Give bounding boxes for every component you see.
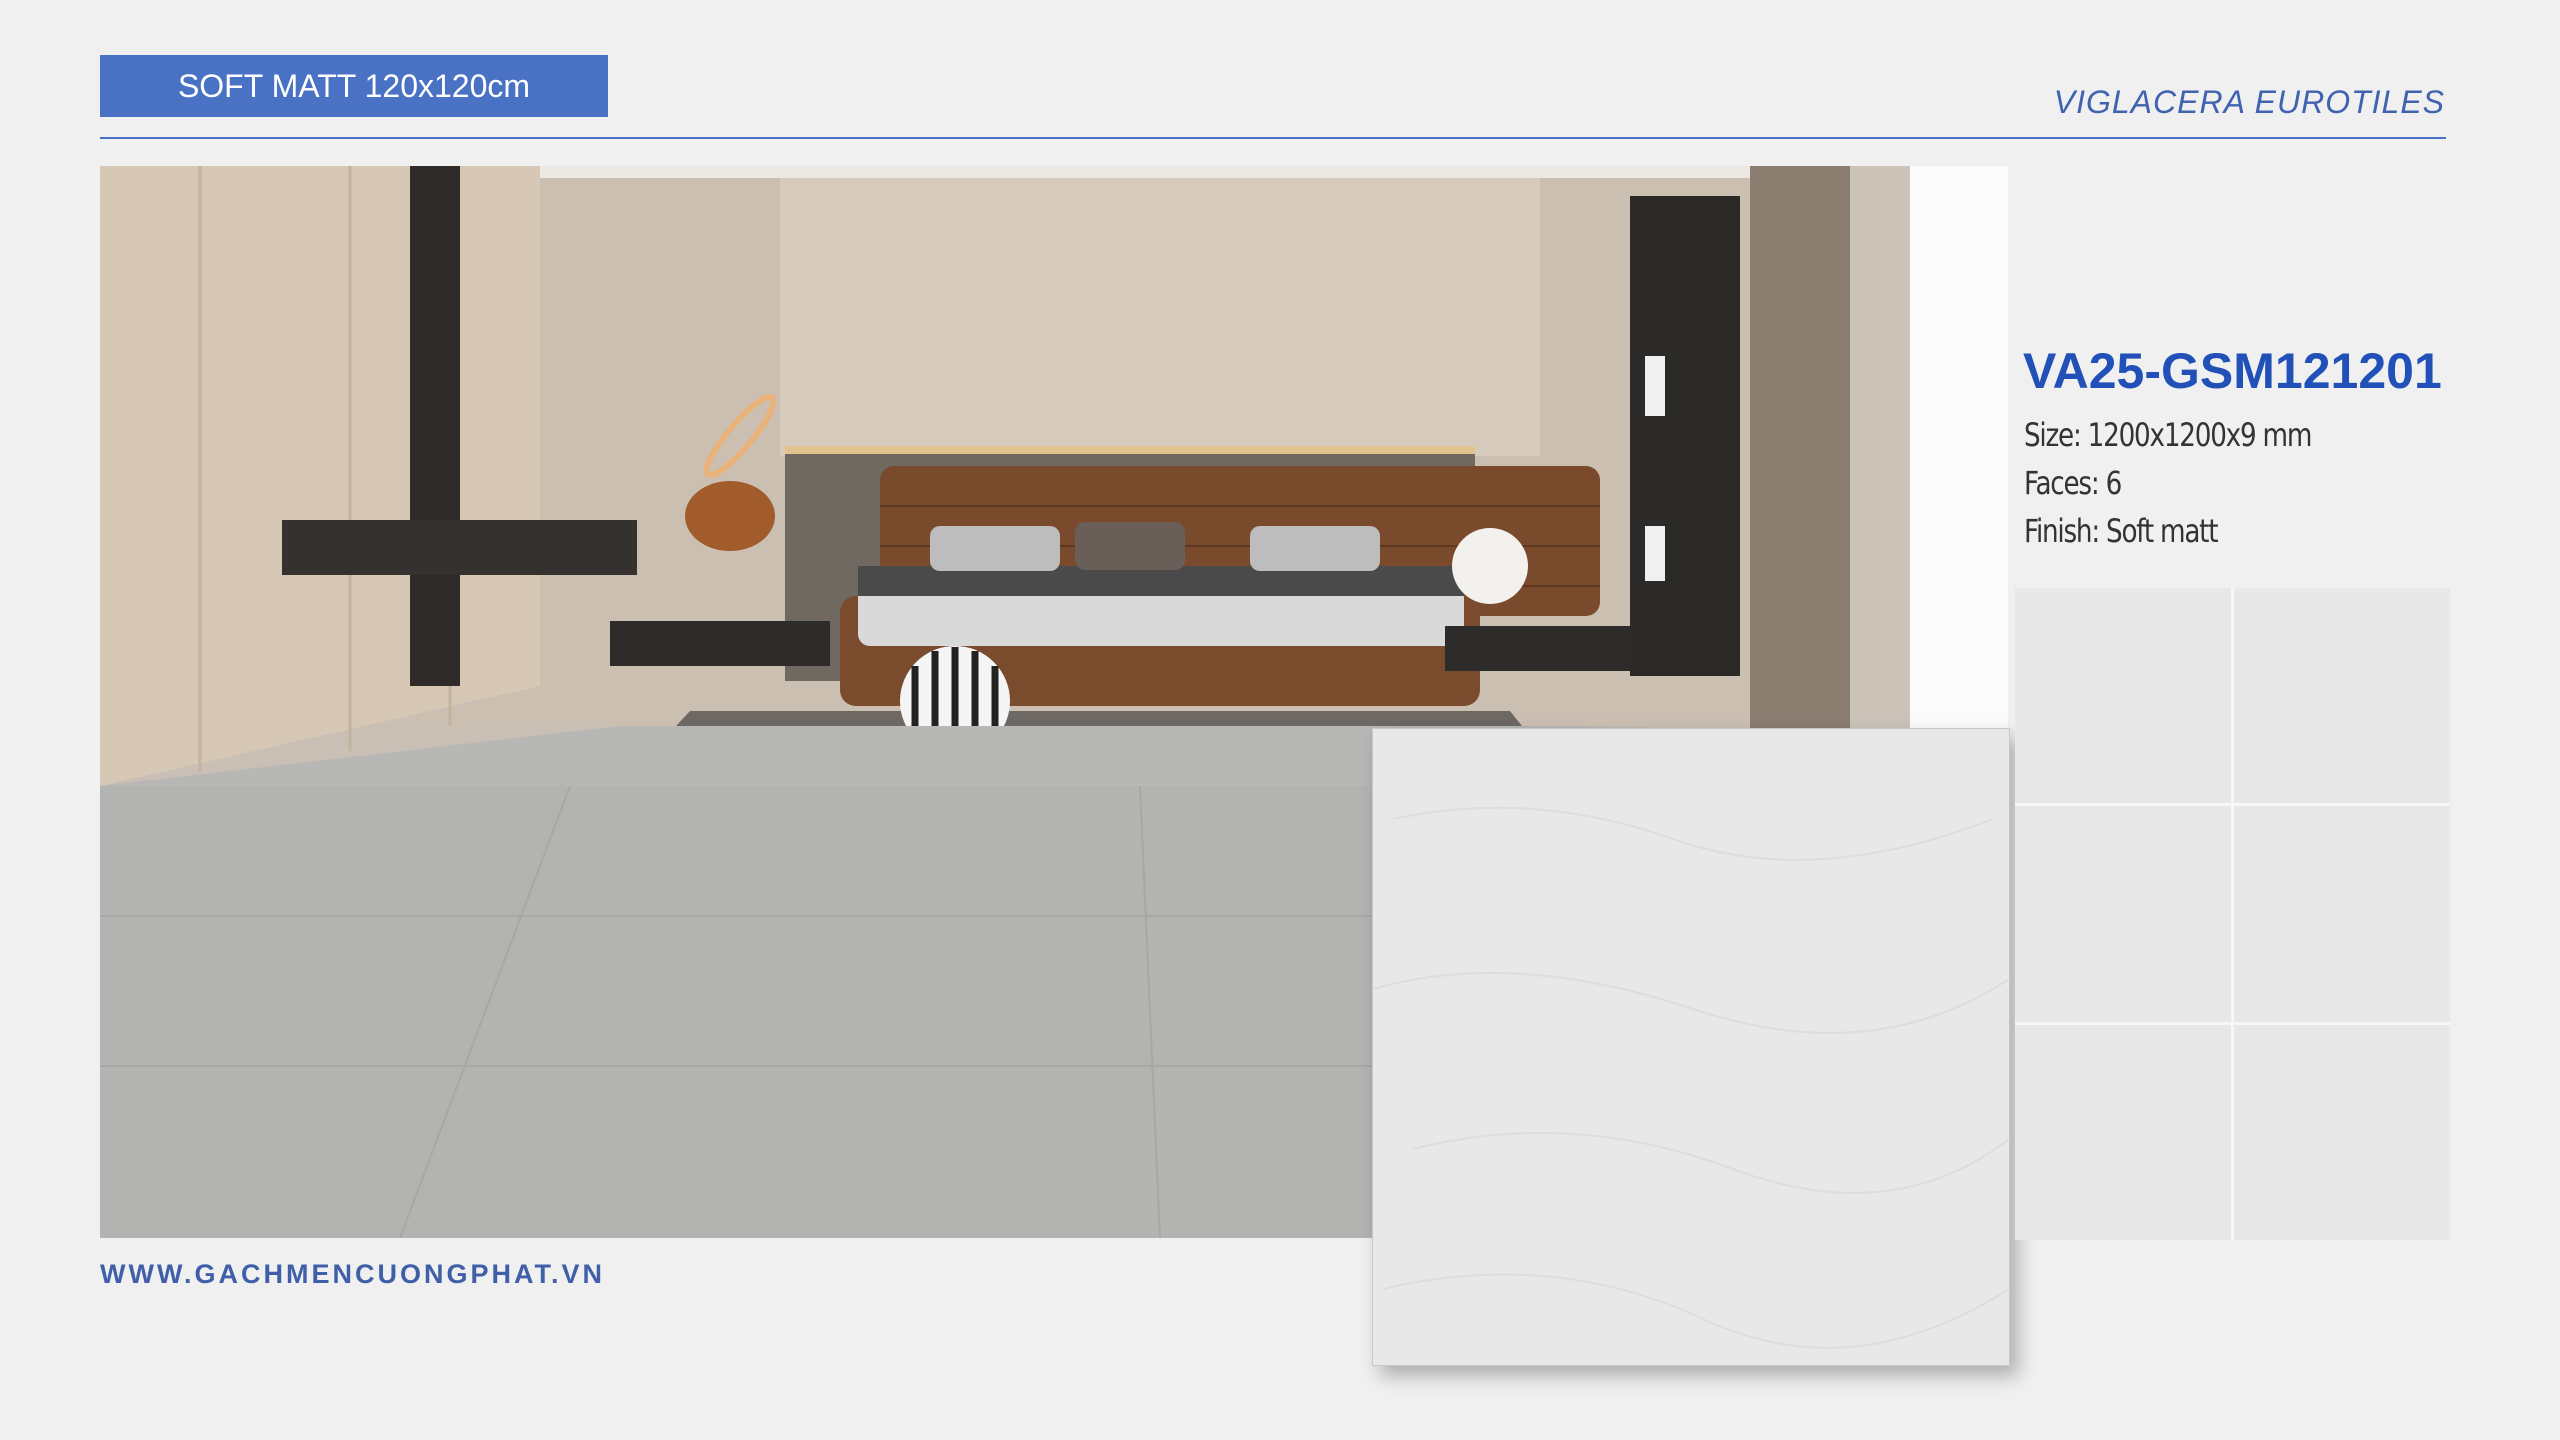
product-size: Size: 1200x1200x9 mm [2024, 416, 2312, 454]
product-code: VA25-GSM121201 [2023, 343, 2442, 399]
grid-tile-2 [2234, 588, 2450, 804]
tile-texture-image [1373, 729, 2009, 1365]
grid-tile-6 [2234, 1024, 2450, 1240]
tile-layout-grid [2015, 588, 2450, 1240]
tile-sample [1372, 728, 2010, 1366]
website-url[interactable]: WWW.GACHMENCUONGPHAT.VN [100, 1259, 605, 1290]
product-finish: Finish: Soft matt [2024, 512, 2219, 550]
brand-name: VIGLACERA EUROTILES [2053, 84, 2445, 120]
product-faces: Faces: 6 [2024, 464, 2122, 502]
grid-tile-3 [2015, 806, 2231, 1022]
grid-tile-5 [2015, 1024, 2231, 1240]
grid-tile-1 [2015, 588, 2231, 804]
collection-title: SOFT MATT 120x120cm [100, 55, 608, 117]
collection-title-text: SOFT MATT 120x120cm [177, 67, 531, 104]
grid-tile-4 [2234, 806, 2450, 1022]
header-divider [100, 137, 2446, 139]
